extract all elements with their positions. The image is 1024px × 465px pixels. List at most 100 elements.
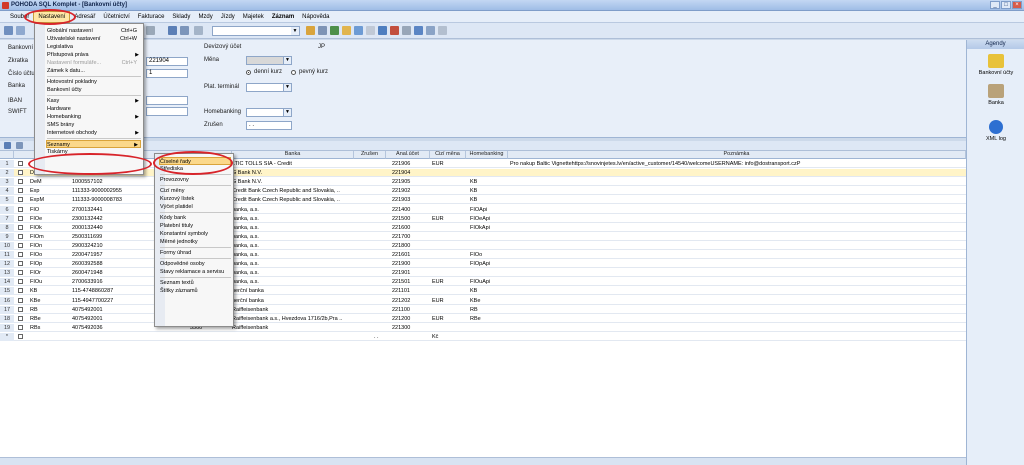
- seznamy-menu-item[interactable]: Stavy reklamace a servisu: [160, 268, 231, 276]
- close-button[interactable]: ×: [1012, 1, 1022, 9]
- toolbar-icon[interactable]: [378, 26, 387, 35]
- row-checkbox[interactable]: [18, 333, 23, 339]
- row-checkbox[interactable]: [18, 324, 23, 330]
- toolbar-icon[interactable]: [366, 26, 375, 35]
- maximize-button[interactable]: □: [1001, 1, 1011, 9]
- row-checkbox[interactable]: [18, 315, 23, 321]
- toolbar-icon[interactable]: [354, 26, 363, 35]
- table-row[interactable]: 18RBe40754920015500Raiffeisenbank a.s., …: [0, 314, 966, 323]
- table-row[interactable]: 1 LTIC TOLLS SIA - Credit 221906 EUR Pro nak…: [0, 160, 966, 168]
- menu-zaznam[interactable]: Záznam: [268, 11, 298, 23]
- toolbar-icon[interactable]: [438, 26, 447, 35]
- row-checkbox[interactable]: [18, 188, 23, 194]
- grid-nav-icon[interactable]: [4, 142, 11, 149]
- menu-mzdy[interactable]: Mzdy: [194, 11, 216, 23]
- grid-nav-icon[interactable]: [16, 142, 23, 149]
- seznamy-menu-item[interactable]: Kódy bank: [160, 214, 231, 222]
- table-row[interactable]: 16 KBe 115-4947700227 nerční banka 221202 EUR…: [0, 296, 966, 305]
- table-row[interactable]: 19 RBs 4075492036 5500 Raiffeisenbank 221300: [0, 323, 966, 332]
- row-checkbox[interactable]: [18, 224, 23, 230]
- seznamy-menu-item[interactable]: Kurzový lístek: [160, 195, 231, 203]
- row-checkbox[interactable]: [18, 279, 23, 285]
- column-header-anal-ucet[interactable]: Anal.účet: [386, 151, 430, 159]
- nastaveni-menu-item[interactable]: Tiskárny: [47, 148, 141, 156]
- row-checkbox[interactable]: [18, 170, 23, 176]
- table-row[interactable]: 15 KB 115-4748860287 nerční banka 221101 KB: [0, 287, 966, 296]
- table-row[interactable]: 13 FIOr 2600471948 banka, a.s. 221901: [0, 269, 966, 278]
- column-header-cizi-mena[interactable]: Cizí měna: [430, 151, 466, 159]
- homebanking-select[interactable]: ▼: [246, 108, 292, 117]
- seznamy-menu-item[interactable]: Číselné řady: [159, 157, 231, 165]
- swift-field[interactable]: [146, 107, 188, 116]
- nastaveni-menu-item[interactable]: Uživatelské nastavení Ctrl+W: [47, 35, 141, 43]
- table-row[interactable]: 6 FIO 2700132441 banka, a.s. 221400 FIOApi: [0, 205, 966, 214]
- table-row[interactable]: 11 FIOo 2200471957 banka, a.s. 221601 FIOo: [0, 251, 966, 259]
- nastaveni-menu-item[interactable]: Zámek k datu...: [47, 67, 141, 75]
- row-checkbox[interactable]: [18, 233, 23, 239]
- menu-fakturace[interactable]: Fakturace: [134, 11, 169, 23]
- seznamy-menu-item[interactable]: Výčet platidel: [160, 203, 231, 211]
- seznamy-menu-item[interactable]: Seznam textů: [160, 279, 231, 287]
- row-checkbox[interactable]: [18, 197, 23, 203]
- table-row[interactable]: 3 DeM 1000557102 G Bank N.V. 221905 KB: [0, 178, 966, 187]
- row-checkbox[interactable]: [18, 179, 23, 185]
- seznamy-menu-item[interactable]: Provozovny: [160, 176, 231, 184]
- seznamy-menu-item[interactable]: Formy úhrad: [160, 249, 231, 257]
- column-header-zrusen[interactable]: Zrušen: [354, 151, 386, 159]
- table-row[interactable]: 9 FIOm 2500311699 banka, a.s. 221700: [0, 232, 966, 241]
- agenda-xml-log[interactable]: XML log: [967, 120, 1024, 142]
- table-row[interactable]: 14 FIOu 2700633916 banka, a.s. 221501 EUR FIOu…: [0, 278, 966, 287]
- row-checkbox[interactable]: [18, 242, 23, 248]
- table-row[interactable]: 7 FIOe 2300132442 banka, a.s. 221500 EUR FIOeA…: [0, 214, 966, 223]
- denni-kurz-radio[interactable]: [246, 70, 251, 75]
- row-checkbox[interactable]: [18, 252, 23, 257]
- table-row[interactable]: 8 FIOk 2000132440 banka, a.s. 221600 FIOkApi: [0, 223, 966, 232]
- toolbar-icon[interactable]: [16, 26, 25, 35]
- seznamy-menu-item[interactable]: Střediska: [160, 165, 231, 173]
- menu-jizdy[interactable]: Jízdy: [217, 11, 239, 23]
- seznamy-menu-item[interactable]: Odpovědné osoby: [160, 260, 231, 268]
- toolbar-icon[interactable]: [402, 26, 411, 35]
- seznamy-menu-item[interactable]: Měrné jednotky: [160, 238, 231, 246]
- toolbar-icon[interactable]: [4, 26, 13, 35]
- nastaveni-menu-item[interactable]: Globální nastavení Ctrl+G: [47, 27, 141, 35]
- print-icon[interactable]: [180, 26, 189, 35]
- pevny-kurz-radio[interactable]: [291, 70, 296, 75]
- menu-nastaveni[interactable]: Nastavení: [33, 10, 71, 23]
- seznamy-menu-item[interactable]: Konstantní symboly: [160, 230, 231, 238]
- folder-icon[interactable]: [306, 26, 315, 35]
- table-row[interactable]: 4 Exp 111333-9000002955 Credit Bank Czech R…: [0, 187, 966, 196]
- menu-majetek[interactable]: Majetek: [239, 11, 268, 23]
- star-icon[interactable]: [342, 26, 351, 35]
- minimize-button[interactable]: _: [990, 1, 1000, 9]
- settings-icon[interactable]: [146, 26, 155, 35]
- seznamy-menu-item[interactable]: Cizí měny: [160, 187, 231, 195]
- table-row[interactable]: 2Db1000557102G Bank N.V.221904: [0, 169, 966, 178]
- column-header-poznamka[interactable]: Poznámka: [508, 151, 966, 159]
- table-row[interactable]: 12 FIOp 2600392588 banka, a.s. 221900 FIOpApi: [0, 260, 966, 269]
- nastaveni-menu-item[interactable]: Přístupová práva ▶: [47, 51, 141, 59]
- nastaveni-menu-item[interactable]: Homebanking ▶: [47, 113, 141, 121]
- menu-soubor[interactable]: Soubor: [6, 11, 33, 23]
- seznamy-menu-item[interactable]: Platební tituly: [160, 222, 231, 230]
- menu-napoveda[interactable]: Nápověda: [298, 11, 333, 23]
- toolbar-combo[interactable]: ▼: [212, 26, 300, 36]
- menu-sklady[interactable]: Sklady: [168, 11, 194, 23]
- table-row[interactable]: 5 ExpM 111333-9000008783 Credit Bank Czech …: [0, 196, 966, 205]
- filter-icon[interactable]: [330, 26, 339, 35]
- poradi-field[interactable]: 1: [146, 69, 188, 78]
- toolbar-icon[interactable]: [318, 26, 327, 35]
- agenda-bankovni-ucty[interactable]: Bankovní účty: [967, 54, 1024, 76]
- nastaveni-menu-item[interactable]: Seznamy ▶: [46, 140, 141, 148]
- nastaveni-menu-item[interactable]: SMS brány: [47, 121, 141, 129]
- menu-ucetnictvi[interactable]: Účetnictví: [99, 11, 133, 23]
- row-checkbox[interactable]: [18, 288, 23, 294]
- toolbar-icon[interactable]: [426, 26, 435, 35]
- toolbar-icon[interactable]: [390, 26, 399, 35]
- menu-adresar[interactable]: Adresář: [70, 11, 99, 23]
- seznamy-menu-item[interactable]: Štítky záznamů: [160, 287, 231, 295]
- column-header-homebanking[interactable]: Homebanking: [466, 151, 508, 159]
- table-row[interactable]: * . . Kč: [0, 332, 966, 341]
- nastaveni-menu-item[interactable]: Kasy ▶: [47, 97, 141, 105]
- row-checkbox[interactable]: [18, 270, 23, 276]
